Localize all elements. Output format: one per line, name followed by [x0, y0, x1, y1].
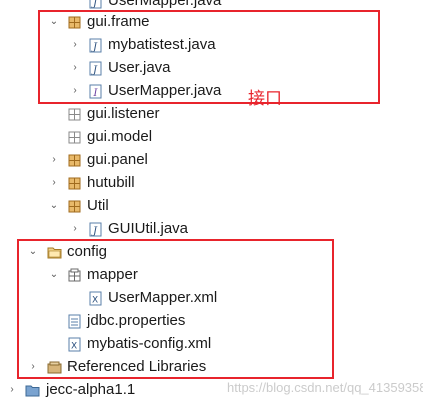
tree-item-label: Util — [87, 197, 109, 214]
tree-item-label: gui.listener — [87, 105, 160, 122]
tree-item-label: GUIUtil.java — [108, 220, 189, 237]
annotation-label: 接口 — [248, 89, 282, 109]
annotation-box-config — [17, 239, 334, 379]
java-file-icon: J — [88, 0, 103, 9]
package-icon — [67, 107, 82, 122]
chevron-down-icon[interactable]: ⌄ — [48, 195, 60, 217]
package-explorer-tree: J UserMapper.java ⌄ gui.frame › J mybati… — [0, 0, 423, 406]
tree-item-label: jecc-alpha1.1 — [46, 381, 136, 398]
project-icon — [25, 383, 40, 398]
package-icon — [67, 199, 82, 214]
svg-text:J: J — [91, 0, 98, 9]
chevron-right-icon[interactable]: › — [6, 379, 18, 401]
tree-item-label: gui.model — [87, 128, 153, 145]
package-icon — [67, 130, 82, 145]
svg-text:J: J — [91, 226, 98, 237]
package-icon — [67, 176, 82, 191]
java-file-icon: J — [88, 222, 103, 237]
chevron-right-icon[interactable]: › — [48, 172, 60, 194]
chevron-right-icon[interactable]: › — [48, 149, 60, 171]
package-icon — [67, 153, 82, 168]
tree-item-label: gui.panel — [87, 151, 148, 168]
watermark: https://blog.csdn.net/qq_41359358 — [227, 380, 423, 395]
annotation-box-gui-frame — [38, 10, 380, 104]
chevron-right-icon[interactable]: › — [69, 218, 81, 240]
tree-item-label: hutubill — [87, 174, 135, 191]
